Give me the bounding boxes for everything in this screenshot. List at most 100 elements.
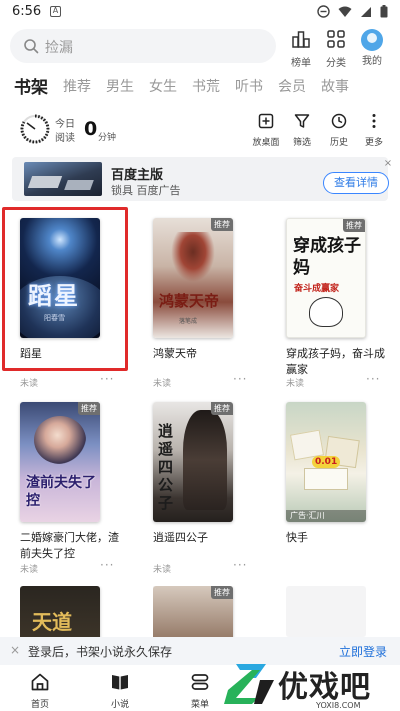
ad-close-icon[interactable]: × (378, 157, 398, 171)
tab-female[interactable]: 女生 (149, 76, 177, 96)
nav-novel-label: 小说 (110, 700, 129, 710)
add-to-desktop-label: 放桌面 (252, 138, 280, 148)
reading-stats-row: 今日 阅读 0 分钟 放桌面 筛选 历史 更多 (0, 108, 400, 154)
more-button[interactable]: 更多 (357, 113, 391, 148)
read-status: 未读 (286, 379, 305, 389)
book-more-icon[interactable]: ··· (100, 372, 114, 386)
book-cover[interactable]: 推荐 逍遥四公子 (153, 402, 233, 522)
read-status: 未读 (153, 379, 172, 389)
book-cover[interactable]: 推荐 渣前夫失了控 (20, 402, 100, 522)
book-item[interactable]: 推荐 (153, 586, 263, 637)
selected-book-highlight (2, 207, 128, 371)
ranking-button[interactable]: 榜单 (286, 29, 316, 69)
empty-slot (286, 586, 366, 637)
price-tag: 0.01 (312, 456, 341, 468)
notification-icon: A (50, 6, 61, 17)
tab-male[interactable]: 男生 (106, 76, 134, 96)
more-vertical-icon (372, 114, 376, 128)
avatar-icon (361, 29, 383, 51)
do-not-disturb-icon (317, 5, 330, 18)
cover-title: 渣前夫失了控 (26, 475, 96, 509)
login-banner-text: 登录后，书架小说永久保存 (28, 645, 173, 659)
cover-title: 逍遥四公子 (158, 422, 174, 512)
watermark-url: YOXI8.COM (316, 701, 361, 710)
search-placeholder: 捡漏 (45, 40, 73, 56)
nav-menu[interactable]: 菜单 (180, 672, 220, 710)
book-item[interactable]: 天道 (20, 586, 130, 637)
search-input[interactable]: 捡漏 (10, 29, 276, 63)
tab-bookshelf[interactable]: 书架 (14, 73, 48, 98)
recommend-badge: 推荐 (211, 586, 233, 599)
nav-home-label: 首页 (30, 700, 49, 710)
watermark-text: 优戏吧 (278, 670, 371, 705)
ranking-label: 榜单 (291, 58, 311, 69)
category-grid-icon (327, 30, 345, 48)
cover-title: 穿成孩子妈 (293, 236, 361, 278)
book-cover[interactable]: 天道 (20, 586, 100, 637)
history-button[interactable]: 历史 (322, 113, 356, 148)
book-more-icon[interactable]: ··· (233, 558, 247, 572)
recommend-badge: 推荐 (78, 402, 100, 415)
tab-story[interactable]: 故事 (321, 76, 349, 96)
book-icon (112, 675, 128, 690)
recommend-badge: 推荐 (211, 218, 233, 231)
book-more-icon[interactable]: ··· (100, 558, 114, 572)
book-more-icon[interactable]: ··· (233, 372, 247, 386)
tab-book-shortage[interactable]: 书荒 (192, 76, 220, 96)
minutes-value: 0 (84, 118, 98, 140)
ad-subtitle: 锁具 百度广告 (111, 184, 181, 197)
ad-details-button[interactable]: 查看详情 (323, 172, 389, 194)
cover-title: 天道 (32, 610, 72, 634)
nav-home[interactable]: 首页 (20, 672, 60, 710)
tab-member[interactable]: 会员 (278, 76, 306, 96)
ad-cover[interactable]: 0.01 广告·汇川 (286, 402, 366, 522)
profile-button[interactable]: 我的 (357, 29, 387, 67)
menu-icon (191, 674, 209, 690)
cover-author: 落笔成 (179, 318, 198, 325)
book-cover[interactable]: 推荐 鸿蒙天帝 落笔成 (153, 218, 233, 338)
read-status: 未读 (153, 565, 172, 575)
book-title: 逍遥四公子 (153, 531, 208, 544)
more-label: 更多 (364, 138, 383, 148)
search-row: 捡漏 榜单 分类 我的 (0, 24, 400, 69)
book-cover[interactable]: 推荐 穿成孩子妈 奋斗成赢家 (286, 218, 366, 338)
signal-icon (361, 6, 371, 17)
history-label: 历史 (329, 138, 348, 148)
category-button[interactable]: 分类 (321, 29, 351, 69)
book-title: 快手 (286, 531, 308, 544)
login-button[interactable]: 立即登录 (339, 643, 387, 660)
tab-audiobook[interactable]: 听书 (235, 76, 263, 96)
add-to-desktop-button[interactable]: 放桌面 (249, 113, 283, 148)
watermark-logo: 优戏吧 YOXI8.COM (222, 660, 400, 711)
book-title: 鸿蒙天帝 (153, 347, 197, 360)
watermark-logo-icon (224, 664, 274, 704)
cover-title: 鸿蒙天帝 (159, 292, 220, 310)
category-tabs: 书架 推荐 男生 女生 书荒 听书 会员 故事 (0, 72, 400, 102)
nav-novel[interactable]: 小说 (100, 672, 140, 710)
reading-timer-icon (20, 114, 50, 144)
book-more-icon[interactable]: ··· (366, 372, 380, 386)
recommend-badge: 推荐 (343, 219, 365, 232)
profile-label: 我的 (362, 56, 382, 67)
search-icon (24, 39, 39, 54)
ad-label: 广告·汇川 (286, 510, 366, 522)
filter-button[interactable]: 筛选 (285, 113, 319, 148)
book-cover[interactable]: 推荐 (153, 586, 233, 637)
read-status: 未读 (20, 565, 39, 575)
home-icon (31, 673, 49, 691)
battery-icon (380, 5, 388, 18)
status-indicators (317, 5, 388, 18)
login-banner-close-icon[interactable]: × (10, 643, 20, 657)
category-label: 分类 (326, 58, 346, 69)
read-status: 未读 (20, 379, 39, 389)
filter-label: 筛选 (292, 138, 311, 148)
status-bar: 6:56 A (0, 0, 400, 24)
history-icon (331, 113, 347, 129)
nav-menu-label: 菜单 (190, 700, 209, 710)
status-time: 6:56 (12, 4, 42, 19)
add-to-desktop-icon (258, 113, 274, 129)
ad-banner[interactable]: 百度主版 锁具 百度广告 查看详情 × (12, 157, 392, 201)
ranking-icon (292, 31, 310, 48)
tab-recommend[interactable]: 推荐 (63, 76, 91, 96)
ad-image (24, 162, 102, 196)
